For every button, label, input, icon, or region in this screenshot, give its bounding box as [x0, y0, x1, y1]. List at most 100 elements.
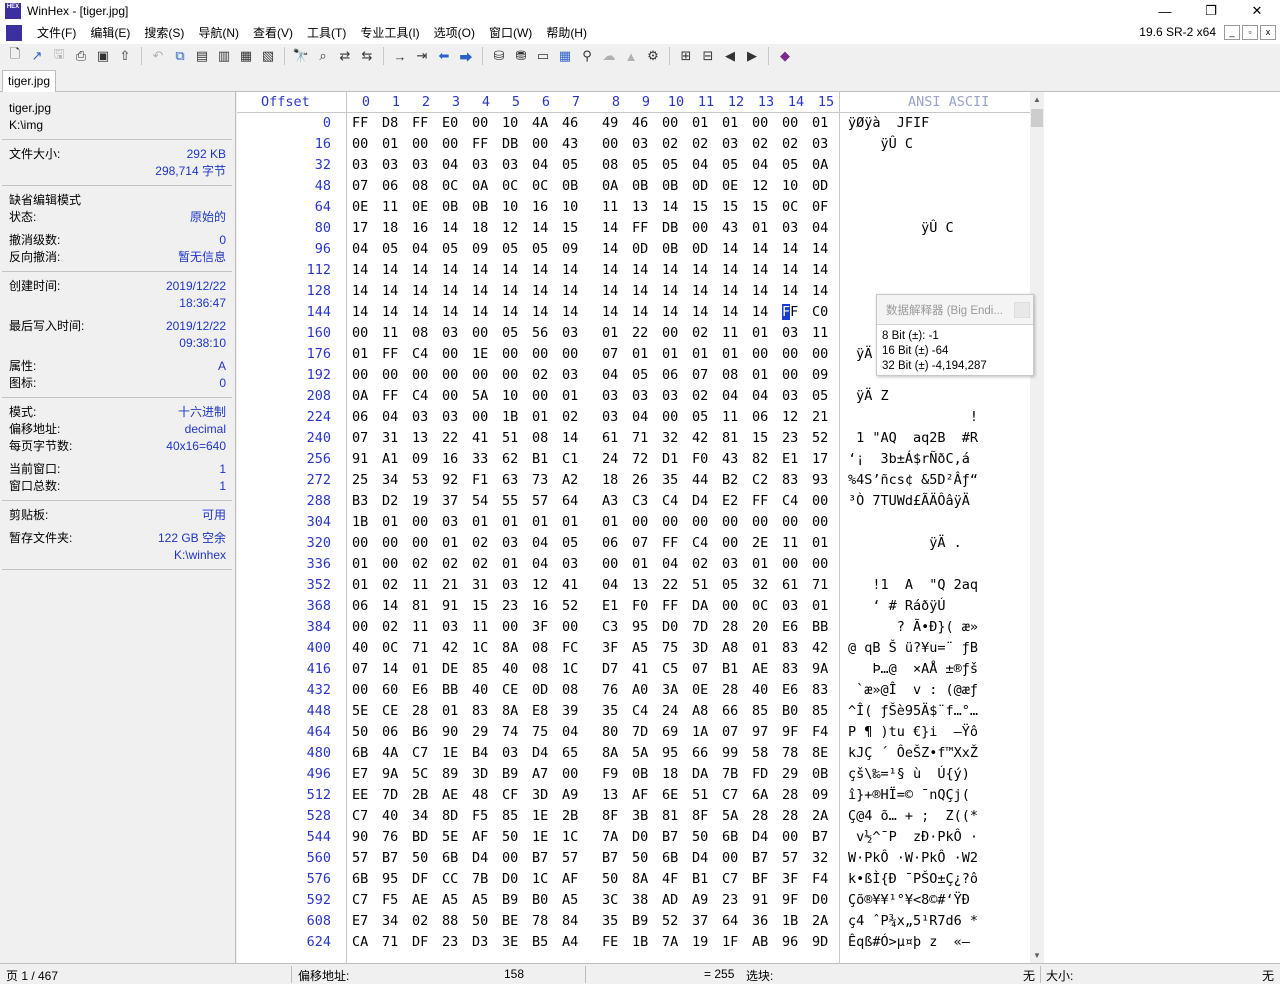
- hex-byte[interactable]: 00: [722, 533, 748, 554]
- hex-byte[interactable]: AE: [412, 890, 438, 911]
- hex-byte[interactable]: B9: [632, 911, 658, 932]
- info-clipboard-value[interactable]: 可用: [202, 507, 226, 524]
- hex-byte[interactable]: 55: [502, 491, 528, 512]
- hex-byte[interactable]: A7: [532, 764, 558, 785]
- hex-byte[interactable]: DB: [662, 218, 688, 239]
- hex-byte[interactable]: 6B: [352, 743, 378, 764]
- hex-byte[interactable]: 11: [782, 533, 808, 554]
- hex-byte[interactable]: 83: [812, 680, 838, 701]
- hex-byte[interactable]: 00: [352, 323, 378, 344]
- hex-byte[interactable]: 9A: [382, 764, 408, 785]
- hex-byte[interactable]: 34: [382, 470, 408, 491]
- hex-byte[interactable]: 05: [442, 239, 468, 260]
- hex-byte[interactable]: D4: [692, 491, 718, 512]
- hex-byte[interactable]: 01: [752, 218, 778, 239]
- hex-byte[interactable]: FF: [472, 134, 498, 155]
- hex-byte[interactable]: 76: [382, 827, 408, 848]
- hex-byte[interactable]: 08: [562, 680, 588, 701]
- hex-byte[interactable]: 23: [502, 596, 528, 617]
- ascii-text[interactable]: !: [848, 407, 978, 428]
- hex-byte[interactable]: 3F: [782, 869, 808, 890]
- hex-byte[interactable]: 06: [352, 407, 378, 428]
- hex-byte[interactable]: 7B: [472, 869, 498, 890]
- hex-byte[interactable]: 00: [352, 680, 378, 701]
- hex-byte[interactable]: 04: [532, 155, 558, 176]
- hex-byte[interactable]: 93: [812, 470, 838, 491]
- hex-byte[interactable]: 89: [442, 764, 468, 785]
- hex-byte[interactable]: 06: [382, 722, 408, 743]
- hex-byte[interactable]: 40: [472, 680, 498, 701]
- hex-byte[interactable]: 90: [352, 827, 378, 848]
- hex-byte[interactable]: 14: [812, 239, 838, 260]
- hex-byte[interactable]: 66: [692, 743, 718, 764]
- ascii-text[interactable]: ^Î( ƒŠè95Ä$¨f…°…: [848, 701, 978, 722]
- hex-byte[interactable]: F4: [812, 869, 838, 890]
- hex-byte[interactable]: 03: [412, 407, 438, 428]
- hex-byte[interactable]: E2: [722, 491, 748, 512]
- hex-byte[interactable]: 16: [442, 449, 468, 470]
- hex-byte[interactable]: 81: [722, 428, 748, 449]
- hex-byte[interactable]: 1A: [692, 722, 718, 743]
- hex-byte[interactable]: 10: [502, 197, 528, 218]
- hex-byte[interactable]: 31: [382, 428, 408, 449]
- hex-byte[interactable]: 85: [752, 701, 778, 722]
- hex-byte[interactable]: 02: [662, 134, 688, 155]
- hex-byte[interactable]: 0B: [662, 239, 688, 260]
- replace-hex-icon[interactable]: ⇆: [356, 46, 378, 66]
- hex-byte[interactable]: B7: [812, 827, 838, 848]
- hex-byte[interactable]: 43: [722, 449, 748, 470]
- hex-byte[interactable]: 52: [562, 596, 588, 617]
- hex-byte[interactable]: C7: [352, 806, 378, 827]
- hex-byte[interactable]: 50: [632, 848, 658, 869]
- hex-byte[interactable]: 14: [632, 260, 658, 281]
- hex-byte[interactable]: D1: [662, 449, 688, 470]
- hex-byte[interactable]: 22: [662, 575, 688, 596]
- hex-byte[interactable]: FF: [382, 386, 408, 407]
- hex-byte[interactable]: A8: [692, 701, 718, 722]
- hex-byte[interactable]: 33: [472, 449, 498, 470]
- hex-byte[interactable]: 05: [782, 155, 808, 176]
- hex-byte[interactable]: 3C: [602, 890, 628, 911]
- hex-byte[interactable]: 18: [382, 218, 408, 239]
- hex-byte[interactable]: 14: [442, 260, 468, 281]
- hex-byte[interactable]: 14: [532, 302, 558, 323]
- hex-byte[interactable]: E8: [532, 701, 558, 722]
- ascii-text[interactable]: çš\‰=¹§ ù Ú{ý): [848, 764, 970, 785]
- hex-byte[interactable]: 14: [602, 260, 628, 281]
- hex-byte[interactable]: 0A: [472, 176, 498, 197]
- hex-byte[interactable]: 8A: [502, 701, 528, 722]
- hex-byte[interactable]: 00: [382, 533, 408, 554]
- hex-byte[interactable]: EE: [352, 785, 378, 806]
- hex-byte[interactable]: 0C: [532, 176, 558, 197]
- hex-byte[interactable]: 14: [662, 302, 688, 323]
- hex-byte[interactable]: 01: [602, 512, 628, 533]
- hex-byte[interactable]: 14: [812, 281, 838, 302]
- hex-byte[interactable]: 00: [722, 596, 748, 617]
- hex-byte[interactable]: AF: [562, 869, 588, 890]
- hex-byte[interactable]: 00: [502, 365, 528, 386]
- hex-byte[interactable]: 03: [632, 386, 658, 407]
- hex-byte[interactable]: DB: [502, 134, 528, 155]
- hex-byte[interactable]: 07: [352, 659, 378, 680]
- hex-byte[interactable]: 04: [692, 155, 718, 176]
- ascii-text[interactable]: P ¶ )tu €}i —Ÿô: [848, 722, 978, 743]
- hex-byte[interactable]: 26: [632, 470, 658, 491]
- hex-byte[interactable]: 08: [722, 365, 748, 386]
- hex-byte[interactable]: 11: [382, 323, 408, 344]
- winhex-app-icon[interactable]: HEX: [5, 3, 21, 19]
- hex-byte[interactable]: 00: [782, 512, 808, 533]
- hex-byte[interactable]: 04: [442, 155, 468, 176]
- hex-byte[interactable]: 83: [782, 638, 808, 659]
- hex-byte[interactable]: 4A: [382, 743, 408, 764]
- hex-byte[interactable]: 3B: [632, 806, 658, 827]
- hex-byte[interactable]: DA: [692, 596, 718, 617]
- tab-tiger-jpg[interactable]: tiger.jpg: [2, 70, 57, 92]
- hex-byte[interactable]: 88: [442, 911, 468, 932]
- hex-byte[interactable]: A5: [472, 890, 498, 911]
- hex-byte[interactable]: B6: [412, 722, 438, 743]
- hex-byte[interactable]: D4: [752, 827, 778, 848]
- hex-byte[interactable]: AB: [752, 932, 778, 953]
- hex-byte[interactable]: 09: [562, 239, 588, 260]
- hex-byte[interactable]: 25: [352, 470, 378, 491]
- hex-byte[interactable]: 14: [562, 428, 588, 449]
